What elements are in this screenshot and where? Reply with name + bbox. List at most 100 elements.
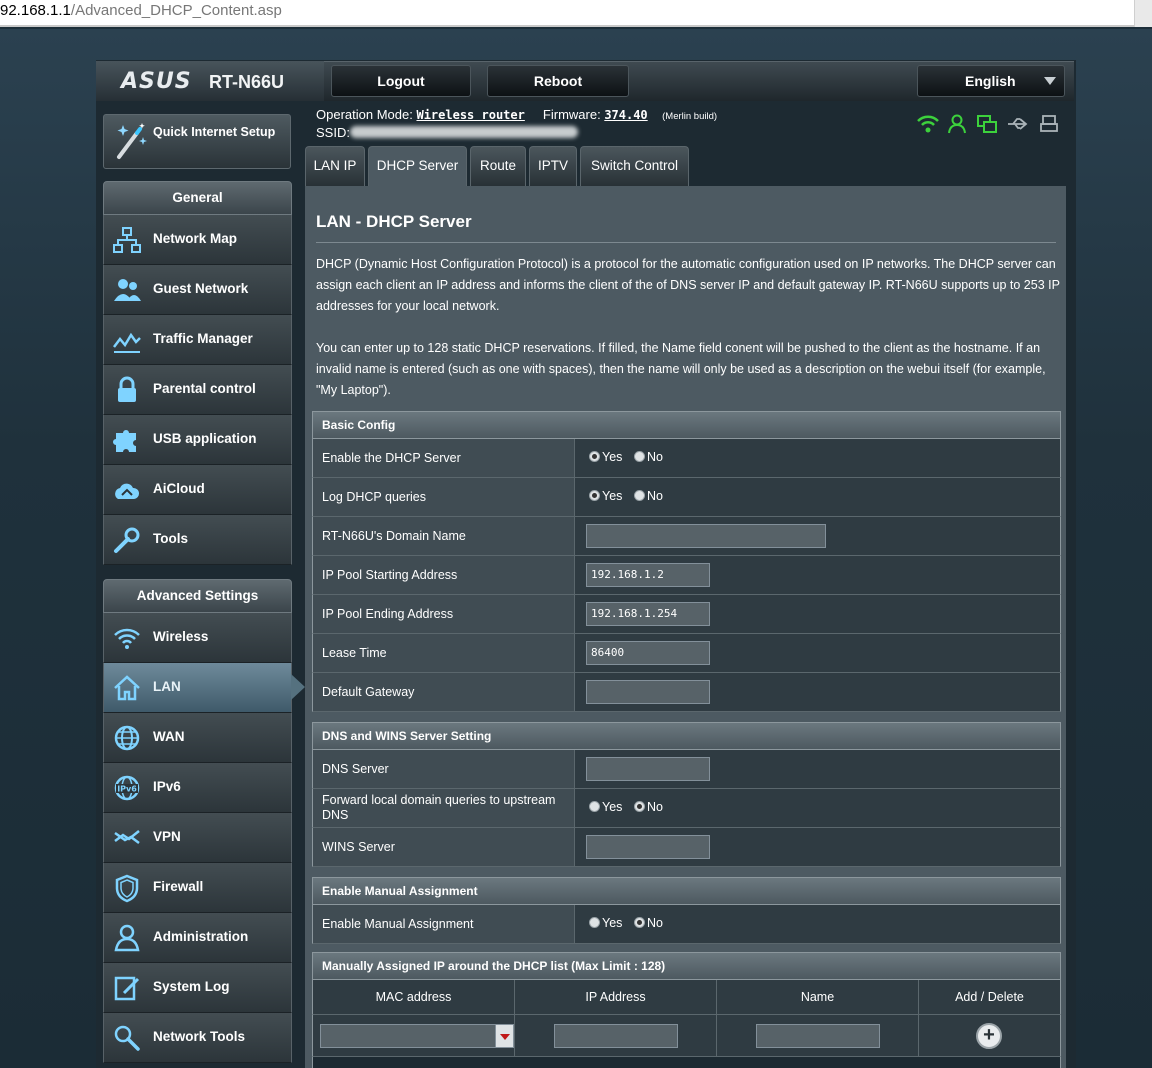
mac-cell <box>313 1015 515 1057</box>
magic-wand-icon <box>117 123 147 159</box>
add-icon[interactable]: + <box>976 1023 1002 1049</box>
tab-dhcp-server[interactable]: DHCP Server <box>368 146 467 186</box>
browser-scrollbar[interactable] <box>1134 0 1152 27</box>
reboot-button[interactable]: Reboot <box>487 65 629 97</box>
default-gateway-input[interactable] <box>586 680 710 704</box>
quick-internet-setup-button[interactable]: Quick Internet Setup <box>103 114 291 169</box>
mac-address-combobox[interactable] <box>320 1024 514 1048</box>
section-basic-config: Basic Config <box>312 411 1061 439</box>
lock-icon <box>118 376 136 402</box>
sidebar-item-label: Firewall <box>153 879 204 894</box>
title-divider <box>316 242 1056 243</box>
sidebar-item-lan[interactable]: LAN <box>103 663 292 713</box>
field-label: IP Pool Starting Address <box>313 556 575 594</box>
tab-route[interactable]: Route <box>470 146 526 186</box>
domain-name-input[interactable] <box>586 524 826 548</box>
col-ip-address: IP Address <box>515 980 717 1014</box>
row-wins-server: WINS Server <box>312 828 1061 867</box>
radio-forward-dns-no[interactable]: No <box>634 800 663 814</box>
sidebar-item-administration[interactable]: Administration <box>103 913 292 963</box>
url-text[interactable]: 92.168.1.1/Advanced_DHCP_Content.asp <box>0 2 282 19</box>
lease-time-input[interactable]: 86400 <box>586 641 710 665</box>
page-title: LAN - DHCP Server <box>316 212 472 231</box>
sidebar-item-label: System Log <box>153 979 230 994</box>
sidebar-item-traffic-manager[interactable]: Traffic Manager <box>103 315 292 365</box>
user-icon[interactable] <box>946 113 968 135</box>
field-label: DNS Server <box>313 750 575 788</box>
radio-log-dhcp-no[interactable]: No <box>634 489 663 503</box>
ip-address-input[interactable] <box>554 1024 678 1048</box>
sidebar-item-network-map[interactable]: Network Map <box>103 215 292 265</box>
pool-start-input[interactable]: 192.168.1.2 <box>586 563 710 587</box>
field-label: Enable Manual Assignment <box>313 905 575 943</box>
radio-enable-dhcp-yes[interactable]: Yes <box>589 450 622 464</box>
row-default-gateway: Default Gateway <box>312 673 1061 712</box>
browser-address-bar[interactable]: 92.168.1.1/Advanced_DHCP_Content.asp <box>0 0 1152 27</box>
general-heading: General <box>103 181 292 215</box>
status-line: Operation Mode: Wireless router Firmware… <box>316 107 717 122</box>
field-label: Lease Time <box>313 634 575 672</box>
operation-mode-link[interactable]: Wireless router <box>416 108 524 122</box>
sidebar-item-firewall[interactable]: Firewall <box>103 863 292 913</box>
usb-icon[interactable] <box>1006 113 1030 135</box>
radio-manual-yes[interactable]: Yes <box>589 916 622 930</box>
sidebar-item-usb-application[interactable]: USB application <box>103 415 292 465</box>
row-pool-end: IP Pool Ending Address 192.168.1.254 <box>312 595 1061 634</box>
admin-icon <box>114 924 140 952</box>
wifi-icon[interactable] <box>916 113 940 135</box>
wrench-icon <box>114 527 140 553</box>
wins-server-input[interactable] <box>586 835 710 859</box>
shield-icon <box>115 874 139 903</box>
sidebar-item-parental-control[interactable]: Parental control <box>103 365 292 415</box>
tab-iptv[interactable]: IPTV <box>529 146 577 186</box>
name-input[interactable] <box>756 1024 880 1048</box>
sidebar-item-label: Guest Network <box>153 281 249 296</box>
printer-icon[interactable] <box>1038 113 1060 135</box>
chevron-down-icon <box>1044 77 1056 85</box>
status-icons <box>916 113 1061 137</box>
vpn-icon <box>114 830 140 844</box>
radio-forward-dns-yes[interactable]: Yes <box>589 800 622 814</box>
sidebar-item-ipv6[interactable]: IPv6 IPv6 <box>103 763 292 813</box>
tab-switch-control[interactable]: Switch Control <box>580 146 689 186</box>
pool-end-input[interactable]: 192.168.1.254 <box>586 602 710 626</box>
language-select[interactable]: English <box>917 65 1065 97</box>
sidebar-item-aicloud[interactable]: AiCloud <box>103 465 292 515</box>
sidebar-item-network-tools[interactable]: Network Tools <box>103 1013 292 1063</box>
field-label: IP Pool Ending Address <box>313 595 575 633</box>
sidebar-item-label: Parental control <box>153 381 256 396</box>
row-enable-dhcp: Enable the DHCP Server Yes No <box>312 439 1061 478</box>
dns-server-input[interactable] <box>586 757 710 781</box>
row-forward-dns: Forward local domain queries to upstream… <box>312 789 1061 828</box>
svg-text:IPv6: IPv6 <box>117 785 137 794</box>
sidebar-item-guest-network[interactable]: Guest Network <box>103 265 292 315</box>
logout-button[interactable]: Logout <box>331 65 471 97</box>
puzzle-icon <box>113 430 136 452</box>
sidebar-item-tools[interactable]: Tools <box>103 515 292 565</box>
radio-manual-no[interactable]: No <box>634 916 663 930</box>
radio-enable-dhcp-no[interactable]: No <box>634 450 663 464</box>
field-label: RT-N66U's Domain Name <box>313 517 575 555</box>
advanced-settings-heading: Advanced Settings <box>103 579 292 613</box>
firmware-label: Firmware: <box>542 107 601 122</box>
asus-logo: ASUS <box>121 69 192 94</box>
sidebar-item-label: USB application <box>153 431 257 446</box>
col-mac-address: MAC address <box>313 980 515 1014</box>
radio-log-dhcp-yes[interactable]: Yes <box>589 489 622 503</box>
home-icon <box>114 675 140 701</box>
sidebar-item-vpn[interactable]: VPN <box>103 813 292 863</box>
sidebar-item-label: Administration <box>153 929 249 944</box>
network-icon[interactable] <box>976 113 998 135</box>
sidebar-item-wireless[interactable]: Wireless <box>103 613 292 663</box>
sidebar-item-system-log[interactable]: System Log <box>103 963 292 1013</box>
name-cell <box>717 1015 919 1057</box>
section-manual-list: Manually Assigned IP around the DHCP lis… <box>312 952 1061 980</box>
tab-lan-ip[interactable]: LAN IP <box>305 146 365 186</box>
row-dns-server: DNS Server <box>312 750 1061 789</box>
table-bottom <box>312 1057 1061 1068</box>
dropdown-arrow-icon[interactable] <box>495 1025 513 1047</box>
row-lease-time: Lease Time 86400 <box>312 634 1061 673</box>
firmware-link[interactable]: 374.40 <box>604 108 647 122</box>
sidebar-item-label: IPv6 <box>153 779 181 794</box>
sidebar-item-wan[interactable]: WAN <box>103 713 292 763</box>
